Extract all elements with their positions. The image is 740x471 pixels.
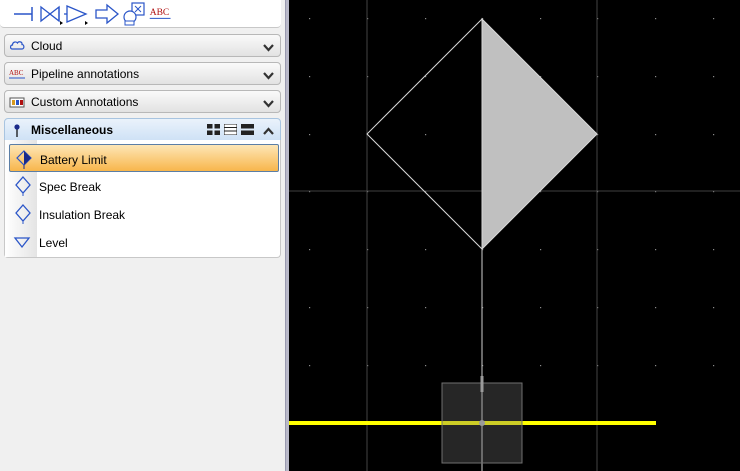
line-end-tool-icon[interactable]: [12, 2, 38, 26]
grid-dot: [540, 18, 542, 20]
grid-dot: [309, 134, 311, 136]
flow-arrow-tool-icon[interactable]: [64, 2, 90, 26]
drawing-canvas[interactable]: [289, 0, 740, 471]
grid-dot: [309, 18, 311, 20]
list-item-battery-limit[interactable]: Battery Limit: [9, 144, 279, 172]
svg-text:ABC: ABC: [150, 8, 170, 18]
tile-view-icon[interactable]: [207, 124, 220, 135]
symbol-toolstrip: ABC: [0, 0, 281, 28]
abc-annotation-icon: ABC: [9, 66, 25, 82]
cloud-icon: [9, 38, 25, 54]
grid-dot: [425, 365, 427, 367]
section-label: Cloud: [31, 39, 63, 53]
valve-tool-icon[interactable]: [38, 2, 64, 26]
annotation-list: Battery Limit Spec Break Insulation Brea…: [4, 140, 281, 258]
grid-dot: [655, 365, 657, 367]
section-cloud[interactable]: Cloud: [4, 34, 281, 57]
grid-dot: [309, 365, 311, 367]
grid-dot: [540, 307, 542, 309]
spec-break-icon: [13, 176, 33, 196]
chevron-down-icon[interactable]: [263, 41, 274, 52]
grid-dot: [655, 249, 657, 251]
insulation-break-icon: [13, 204, 33, 224]
section-custom-annotations[interactable]: Custom Annotations: [4, 90, 281, 113]
grid-dot: [713, 134, 715, 136]
grid-dot: [540, 365, 542, 367]
grid-dot: [309, 249, 311, 251]
section-label: Miscellaneous: [31, 123, 114, 137]
grid-dot: [655, 134, 657, 136]
list-item-insulation-break[interactable]: Insulation Break: [9, 200, 279, 228]
list-item-label: Insulation Break: [39, 208, 126, 222]
chevron-down-icon[interactable]: [263, 69, 274, 80]
grid-dot: [309, 307, 311, 309]
grid-dot: [713, 249, 715, 251]
grid-dot: [425, 307, 427, 309]
level-triangle-icon: [13, 232, 33, 252]
chevron-down-icon[interactable]: [263, 97, 274, 108]
component-tool-icon[interactable]: [121, 2, 147, 26]
battery-limit-icon: [14, 149, 34, 169]
battery-limit-symbol-fill[interactable]: [481, 17, 598, 251]
grid-dot: [425, 249, 427, 251]
palette-panel: ABC Cloud ABC Pipeline annotations Custo…: [0, 0, 285, 471]
grid-dot: [655, 307, 657, 309]
battery-limit-symbol-outline[interactable]: [366, 17, 483, 251]
grid-dot: [655, 76, 657, 78]
list-item-label: Level: [39, 236, 68, 250]
svg-text:ABC: ABC: [9, 69, 24, 77]
grid-dot: [655, 18, 657, 20]
custom-annotation-icon: [9, 94, 25, 110]
list-item-label: Spec Break: [39, 180, 102, 194]
grid-dot: [713, 365, 715, 367]
canvas-drawing[interactable]: [289, 0, 740, 471]
list-item-label: Battery Limit: [40, 153, 107, 167]
grid-dot: [713, 307, 715, 309]
section-label: Custom Annotations: [31, 95, 139, 109]
detail-view-icon[interactable]: [241, 124, 254, 135]
pin-icon: [9, 122, 25, 138]
list-item-level[interactable]: Level: [9, 228, 279, 256]
grid-dot: [425, 18, 427, 20]
block-arrow-tool-icon[interactable]: [94, 2, 120, 26]
list-item-spec-break[interactable]: Spec Break: [9, 172, 279, 200]
section-miscellaneous[interactable]: Miscellaneous: [4, 118, 281, 141]
snap-point[interactable]: [479, 420, 485, 426]
list-view-icon[interactable]: [223, 123, 238, 136]
grid-dot: [713, 76, 715, 78]
abc-text-tool-icon[interactable]: ABC: [148, 2, 174, 26]
chevron-up-icon[interactable]: [263, 125, 274, 135]
grid-dot: [425, 134, 427, 136]
grid-dot: [713, 18, 715, 20]
section-pipeline-annotations[interactable]: ABC Pipeline annotations: [4, 62, 281, 85]
grid-dot: [540, 249, 542, 251]
grid-dot: [309, 76, 311, 78]
section-label: Pipeline annotations: [31, 67, 140, 81]
